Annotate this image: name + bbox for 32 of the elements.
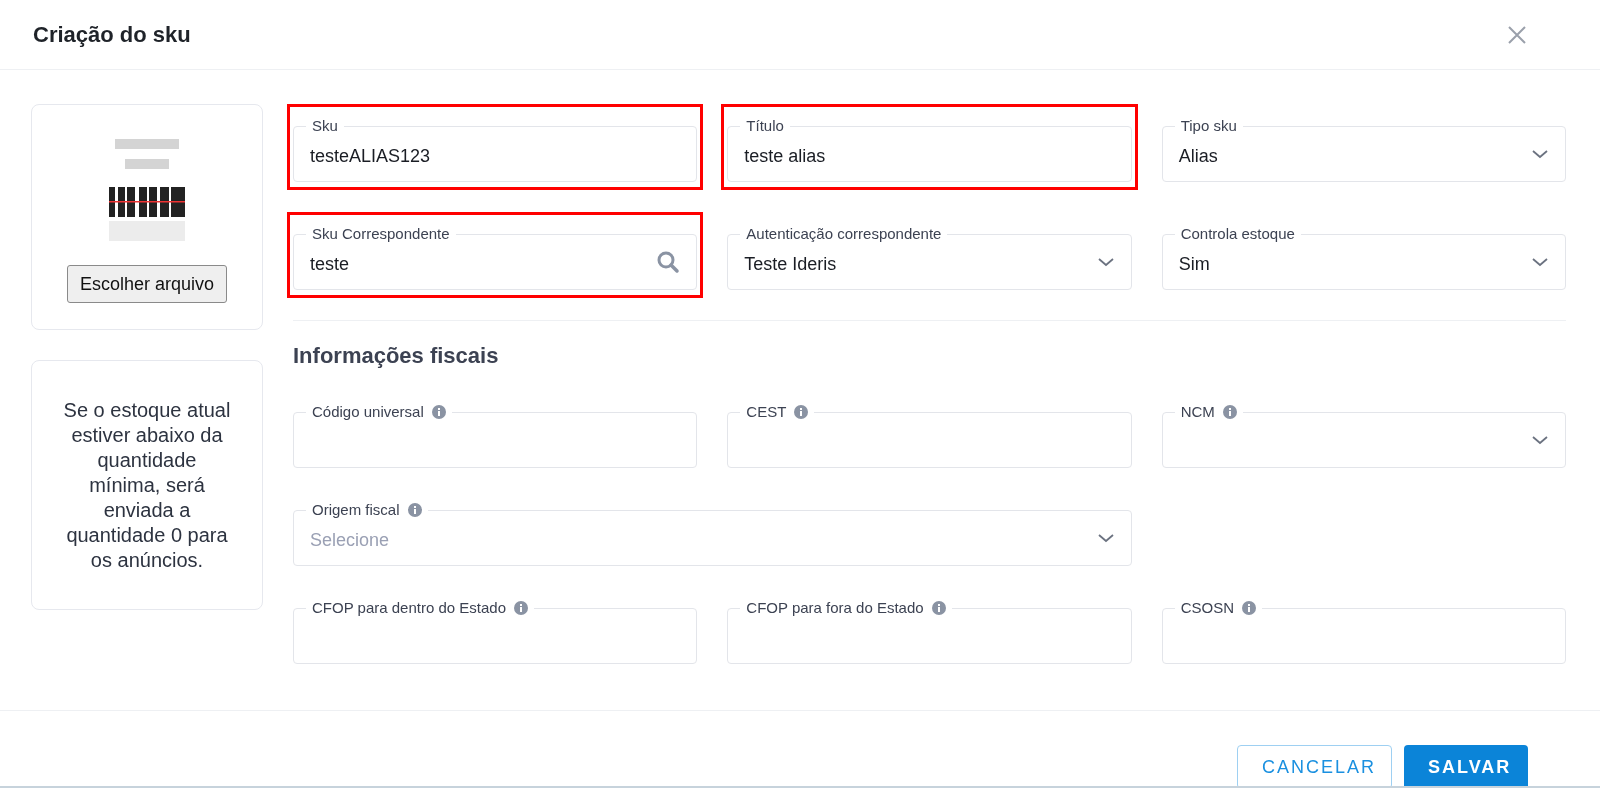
field-label: CEST — [746, 402, 787, 422]
search-icon[interactable] — [656, 250, 681, 274]
field-label: Controla estoque — [1180, 224, 1295, 244]
field-label: CFOP para fora do Estado — [746, 598, 924, 618]
chevron-down-icon — [1531, 435, 1549, 445]
info-icon[interactable] — [1222, 405, 1237, 419]
chevron-down-icon — [1096, 533, 1115, 543]
section-heading: Informações fiscais — [293, 342, 500, 370]
field-label: NCM — [1180, 402, 1215, 422]
field-label: CSOSN — [1180, 598, 1234, 618]
choose-file-button[interactable]: Escolher arquivo — [66, 265, 228, 303]
field-label: Sku — [312, 116, 338, 136]
field-label: Autenticação correspondente — [746, 224, 942, 244]
dialog-title: Criação do sku — [33, 21, 191, 49]
field-label: CFOP para dentro do Estado — [312, 598, 506, 618]
info-icon[interactable] — [794, 405, 809, 419]
info-icon[interactable] — [514, 601, 528, 615]
field-label: Tipo sku — [1180, 116, 1237, 136]
chevron-down-icon — [1531, 257, 1549, 267]
chevron-down-icon — [1531, 149, 1549, 159]
field-label: Sku Correspondente — [312, 224, 450, 244]
info-icon[interactable] — [407, 503, 422, 517]
info-icon[interactable] — [1242, 601, 1256, 615]
field-label: Título — [746, 116, 784, 136]
save-button[interactable]: SALVAR — [1404, 745, 1528, 786]
info-icon[interactable] — [431, 405, 446, 419]
info-icon[interactable] — [931, 601, 946, 615]
chevron-down-icon — [1096, 257, 1115, 267]
field-label: Código universal — [312, 402, 424, 422]
close-icon[interactable] — [1507, 24, 1527, 45]
field-label: Origem fiscal — [312, 500, 400, 520]
stock-notice: Se o estoque atual estiver abaixo da quantidade mínima, será enviada a quantidade 0 para os anúncios. — [62, 397, 232, 573]
